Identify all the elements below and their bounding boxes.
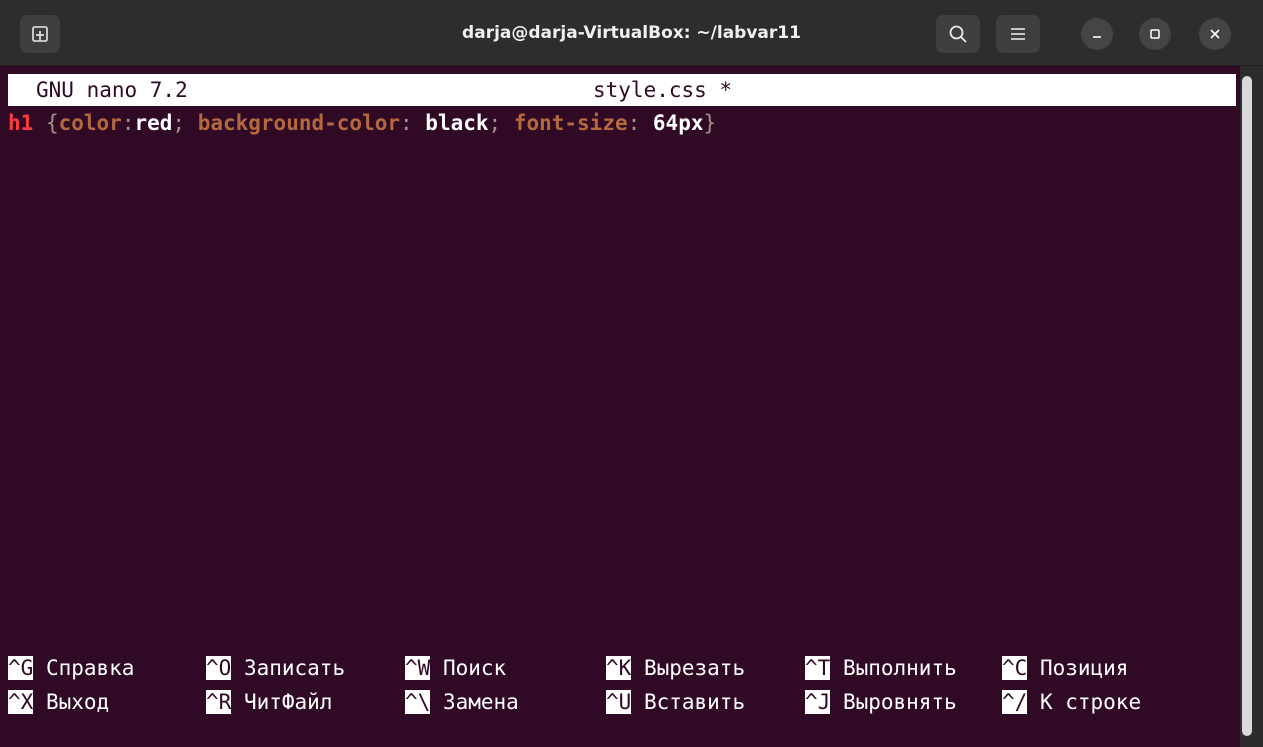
semicolon: ; — [488, 111, 514, 135]
shortcut-label: Позиция — [1039, 656, 1129, 680]
minimize-button[interactable] — [1081, 18, 1113, 50]
shortcut-execute[interactable]: ^T Выполнить — [805, 652, 957, 684]
maximize-icon — [1150, 29, 1160, 39]
css-selector: h1 — [8, 111, 34, 135]
terminal-window: darja@darja-VirtualBox: ~/labvar11 GNU n… — [0, 0, 1263, 747]
css-property-color: color — [58, 111, 122, 135]
scrollbar-thumb[interactable] — [1242, 76, 1252, 736]
shortcut-label: Вырезать — [643, 656, 746, 680]
shortcut-paste[interactable]: ^U Вставить — [606, 686, 745, 718]
maximize-button[interactable] — [1139, 18, 1171, 50]
window-title: darja@darja-VirtualBox: ~/labvar11 — [462, 23, 801, 43]
shortcut-label: Выход — [45, 690, 110, 714]
css-value-red: red — [134, 111, 173, 135]
shortcut-label: Поиск — [442, 656, 507, 680]
css-property-font-size: font-size — [513, 111, 628, 135]
shortcut-search[interactable]: ^W Поиск — [405, 652, 506, 684]
colon: : — [627, 111, 653, 135]
shortcut-exit[interactable]: ^X Выход — [8, 686, 109, 718]
shortcut-location[interactable]: ^C Позиция — [1002, 652, 1128, 684]
hamburger-menu-icon — [1011, 28, 1025, 40]
shortcut-justify[interactable]: ^J Выровнять — [805, 686, 957, 718]
colon: : — [121, 111, 135, 135]
shortcut-key: ^T — [805, 656, 831, 680]
shortcut-go-to-line[interactable]: ^/ К строке — [1002, 686, 1141, 718]
close-brace: } — [703, 111, 717, 135]
terminal-area[interactable]: GNU nano 7.2 style.css * h1 {color:red; … — [0, 66, 1240, 747]
search-button[interactable] — [936, 15, 980, 53]
css-value-black: black — [425, 111, 489, 135]
shortcut-key: ^W — [405, 656, 431, 680]
open-brace: { — [33, 111, 59, 135]
shortcut-key: ^J — [805, 690, 831, 714]
shortcut-key: ^/ — [1002, 690, 1028, 714]
shortcut-cut[interactable]: ^K Вырезать — [606, 652, 745, 684]
shortcut-label: Выровнять — [842, 690, 957, 714]
scrollbar[interactable] — [1240, 66, 1263, 747]
code-line-1[interactable]: h1 {color:red; background-color: black; … — [8, 109, 716, 137]
shortcut-label: Вставить — [643, 690, 746, 714]
shortcut-key: ^U — [606, 690, 632, 714]
shortcut-write[interactable]: ^O Записать — [206, 652, 345, 684]
title-bar: darja@darja-VirtualBox: ~/labvar11 — [0, 0, 1263, 66]
nano-header: GNU nano 7.2 style.css * — [8, 74, 1236, 106]
menu-button[interactable] — [996, 15, 1040, 53]
shortcut-key: ^X — [8, 690, 34, 714]
close-icon — [1210, 29, 1220, 39]
colon: : — [400, 111, 426, 135]
shortcut-label: Замена — [442, 690, 519, 714]
shortcut-key: ^R — [206, 690, 232, 714]
shortcut-label: К строке — [1039, 690, 1142, 714]
close-button[interactable] — [1199, 18, 1231, 50]
shortcut-read-file[interactable]: ^R ЧитФайл — [206, 686, 332, 718]
shortcut-key: ^G — [8, 656, 34, 680]
css-value-64px: 64px — [652, 111, 704, 135]
shortcut-label: Записать — [243, 656, 346, 680]
shortcut-key: ^C — [1002, 656, 1028, 680]
nano-filename: style.css * — [593, 78, 733, 102]
css-property-background-color: background-color — [197, 111, 400, 135]
shortcut-help[interactable]: ^G Справка — [8, 652, 134, 684]
search-icon — [949, 25, 967, 43]
nano-shortcuts: ^G Справка ^O Записать ^W Поиск ^K Вырез… — [8, 652, 1236, 742]
shortcut-key: ^K — [606, 656, 632, 680]
shortcut-replace[interactable]: ^\ Замена — [405, 686, 519, 718]
shortcut-label: Справка — [45, 656, 135, 680]
shortcut-key: ^\ — [405, 690, 431, 714]
shortcut-label: ЧитФайл — [243, 690, 333, 714]
semicolon: ; — [172, 111, 198, 135]
minimize-icon — [1093, 36, 1101, 38]
shortcut-key: ^O — [206, 656, 232, 680]
shortcut-label: Выполнить — [842, 656, 957, 680]
nano-version: GNU nano 7.2 — [36, 78, 188, 102]
